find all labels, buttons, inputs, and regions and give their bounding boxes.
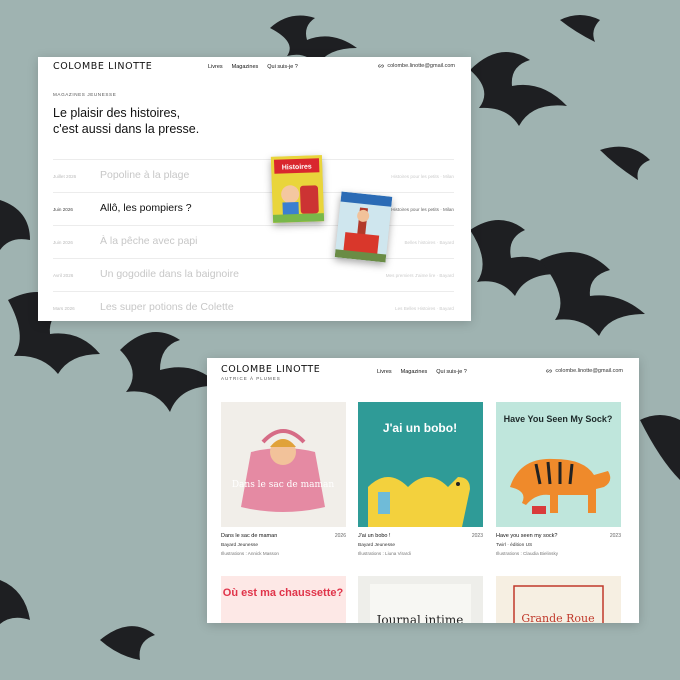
site-tagline: AUTRICE À PLUMES: [221, 376, 281, 381]
site-header: Colombe Linotte Livres Magazines Qui sui…: [38, 57, 471, 79]
magazine-list: Juillet 2026 Popoline à la plage Histoir…: [53, 159, 454, 321]
book-publisher: Bayard Jeunesse: [221, 543, 259, 548]
main-nav: Livres Magazines Qui suis-je ?: [377, 369, 467, 375]
book-cover[interactable]: Journal intime: [358, 576, 483, 623]
site-header: Colombe Linotte AUTRICE À PLUMES Livres …: [207, 358, 639, 381]
page-headline: Le plaisir des histoires, c'est aussi da…: [53, 106, 200, 136]
nav-about[interactable]: Qui suis-je ?: [436, 369, 467, 375]
book-cover-title: Où est ma chaussette?: [223, 587, 344, 599]
book-year: 2023: [471, 533, 483, 539]
email-text: colombe.linotte@gmail.com: [387, 63, 455, 69]
book-cover-title: J'ai un bobo!: [383, 421, 457, 435]
nav-books[interactable]: Livres: [208, 64, 223, 70]
books-page-window: Colombe Linotte AUTRICE À PLUMES Livres …: [207, 358, 639, 623]
list-item[interactable]: Juin 2026 À la pêche avec papi Belles hi…: [53, 225, 454, 258]
nav-magazines[interactable]: Magazines: [232, 64, 259, 70]
book-publisher: Twirl · édition US: [496, 543, 533, 548]
email-text: colombe.linotte@gmail.com: [555, 368, 623, 374]
book-cover-title: Dans le sac de maman: [232, 480, 335, 490]
book-cover[interactable]: Have You Seen My Sock?: [496, 402, 621, 527]
book-cover-title: Have You Seen My Sock?: [504, 414, 613, 424]
section-eyebrow: MAGAZINES JEUNESSE: [53, 92, 117, 97]
book-illustrator: Illustrations : Claudia Bielinsky: [496, 551, 559, 556]
book-cover[interactable]: Où est ma chaussette?: [221, 576, 346, 623]
nav-magazines[interactable]: Magazines: [401, 369, 428, 375]
magazine-cover-title: Histoires: [282, 163, 312, 171]
book-publisher: Bayard Jeunesse: [358, 543, 396, 548]
list-item[interactable]: Juillet 2026 Popoline à la plage Histoir…: [53, 159, 454, 192]
book-cover[interactable]: Grande Roue: [496, 576, 621, 623]
book-illustrator: Illustrations : Annick Masson: [221, 551, 279, 556]
book-illustrator: Illustrations : Liuna Virardi: [358, 551, 411, 556]
book-year: 2026: [334, 533, 346, 539]
main-nav: Livres Magazines Qui suis-je ?: [208, 64, 298, 70]
contact-email[interactable]: colombe.linotte@gmail.com: [546, 368, 623, 374]
site-logo[interactable]: Colombe Linotte: [221, 364, 320, 375]
nav-about[interactable]: Qui suis-je ?: [267, 64, 298, 70]
contact-email[interactable]: colombe.linotte@gmail.com: [378, 63, 455, 69]
list-item-active[interactable]: Juin 2026 Allô, les pompiers ? Histoires…: [53, 192, 454, 225]
book-cover[interactable]: Dans le sac de maman: [221, 402, 346, 527]
book-year: 2023: [609, 533, 621, 539]
book-cover[interactable]: J'ai un bobo!: [358, 402, 483, 527]
magazines-page-window: Colombe Linotte Livres Magazines Qui sui…: [38, 57, 471, 321]
book-title[interactable]: Have you seen my sock?: [496, 533, 557, 539]
list-item[interactable]: Avril 2026 Un gogodile dans la baignoire…: [53, 258, 454, 291]
site-logo[interactable]: Colombe Linotte: [53, 61, 152, 72]
link-icon: [378, 64, 385, 68]
book-title[interactable]: Dans le sac de maman: [221, 533, 277, 539]
nav-books[interactable]: Livres: [377, 369, 392, 375]
list-item[interactable]: Mars 2026 Les super potions de Colette L…: [53, 291, 454, 321]
magazine-cover-histoires: Histoires: [270, 155, 325, 223]
magazine-cover-pompiers: [334, 191, 393, 263]
link-icon: [546, 369, 553, 373]
book-cover-title: Grande Roue: [521, 612, 594, 623]
book-title[interactable]: J'ai un bobo !: [358, 533, 391, 539]
book-cover-title: Journal intime: [375, 613, 464, 623]
